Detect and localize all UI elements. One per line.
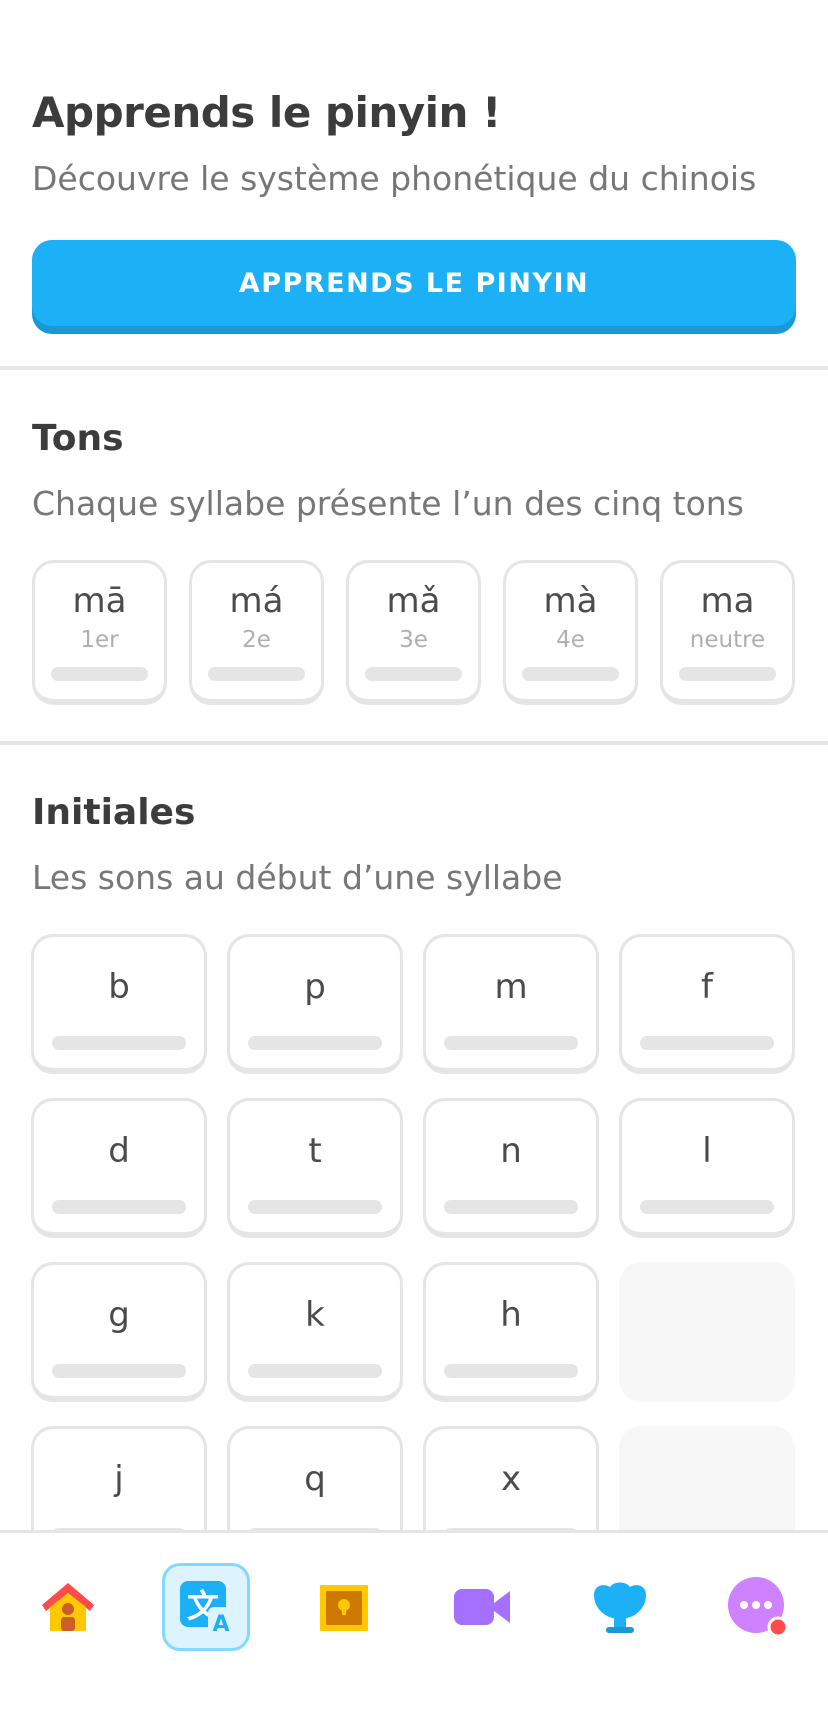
bottom-nav: 文 A — [0, 1530, 828, 1720]
initial-symbol: n — [500, 1131, 522, 1171]
initial-symbol: m — [494, 967, 528, 1007]
nav-treasure[interactable] — [300, 1563, 388, 1651]
nav-characters[interactable]: 文 A — [162, 1563, 250, 1651]
initial-symbol: t — [308, 1131, 322, 1171]
initial-card[interactable]: t — [227, 1098, 403, 1238]
tone-label: 3e — [399, 627, 428, 653]
initial-symbol: b — [108, 967, 130, 1007]
initial-symbol: p — [304, 967, 326, 1007]
progress-bar — [51, 667, 148, 681]
initial-symbol: g — [108, 1295, 130, 1335]
tone-label: neutre — [689, 627, 766, 653]
progress-bar — [52, 1036, 186, 1050]
nav-more[interactable] — [714, 1563, 802, 1651]
tone-card[interactable]: má 2e — [189, 560, 324, 705]
progress-bar — [365, 667, 462, 681]
progress-bar — [248, 1364, 382, 1378]
empty-card — [619, 1262, 795, 1402]
tone-card[interactable]: mǎ 3e — [346, 560, 481, 705]
progress-bar — [208, 667, 305, 681]
page-subtitle: Découvre le système phonétique du chinoi… — [32, 159, 757, 198]
more-icon — [728, 1577, 789, 1638]
tone-symbol: mā — [72, 581, 127, 621]
initial-card[interactable]: l — [619, 1098, 795, 1238]
tone-card[interactable]: mà 4e — [503, 560, 638, 705]
initial-symbol: d — [108, 1131, 130, 1171]
initial-card[interactable]: h — [423, 1262, 599, 1402]
progress-bar — [522, 667, 619, 681]
progress-bar — [444, 1036, 578, 1050]
initial-card[interactable]: m — [423, 934, 599, 1074]
tone-label: 1er — [80, 627, 119, 653]
section-divider — [0, 366, 828, 370]
progress-bar — [679, 667, 776, 681]
progress-bar — [444, 1364, 578, 1378]
initial-card[interactable]: p — [227, 934, 403, 1074]
treasure-chest-icon — [320, 1585, 368, 1631]
progress-bar — [248, 1036, 382, 1050]
video-camera-icon — [454, 1589, 510, 1625]
pinyin-hero: Apprends le pinyin ! Découvre le système… — [32, 88, 796, 198]
initial-card[interactable]: g — [31, 1262, 207, 1402]
section-divider — [0, 741, 828, 745]
initials-title: Initiales — [32, 792, 196, 833]
home-icon — [42, 1583, 94, 1631]
learn-pinyin-button[interactable]: APPRENDS LE PINYIN — [32, 240, 796, 326]
tones-row: mā 1er má 2e mǎ 3e mà 4e ma neutre — [32, 560, 796, 705]
tones-title: Tons — [32, 418, 124, 459]
initial-symbol: h — [500, 1295, 522, 1335]
progress-bar — [248, 1200, 382, 1214]
initial-card[interactable]: k — [227, 1262, 403, 1402]
nav-home[interactable] — [24, 1563, 112, 1651]
progress-bar — [52, 1364, 186, 1378]
progress-bar — [640, 1200, 774, 1214]
tone-card[interactable]: mā 1er — [32, 560, 167, 705]
progress-bar — [444, 1200, 578, 1214]
tone-symbol: mǎ — [386, 581, 441, 621]
characters-translate-icon: 文 A — [180, 1581, 234, 1637]
initial-card[interactable]: d — [31, 1098, 207, 1238]
tones-subtitle: Chaque syllabe présente l’un des cinq to… — [32, 484, 744, 523]
svg-text:A: A — [212, 1612, 229, 1637]
progress-bar — [640, 1036, 774, 1050]
tone-symbol: mà — [543, 581, 598, 621]
initials-grid: b p m f d t n l g k h j q x — [31, 934, 797, 1566]
tone-symbol: má — [229, 581, 284, 621]
initials-subtitle: Les sons au début d’une syllabe — [32, 858, 563, 897]
tone-label: 4e — [556, 627, 585, 653]
progress-bar — [52, 1200, 186, 1214]
initial-card[interactable]: f — [619, 934, 795, 1074]
shell-icon — [594, 1582, 646, 1633]
initial-symbol: l — [702, 1131, 712, 1171]
initial-symbol: k — [305, 1295, 325, 1335]
tone-card[interactable]: ma neutre — [660, 560, 795, 705]
nav-shell[interactable] — [576, 1563, 664, 1651]
initial-symbol: f — [701, 967, 713, 1007]
initial-card[interactable]: b — [31, 934, 207, 1074]
tone-label: 2e — [242, 627, 271, 653]
page-title: Apprends le pinyin ! — [32, 88, 501, 137]
nav-video[interactable] — [438, 1563, 526, 1651]
tone-symbol: ma — [700, 581, 755, 621]
initial-card[interactable]: n — [423, 1098, 599, 1238]
